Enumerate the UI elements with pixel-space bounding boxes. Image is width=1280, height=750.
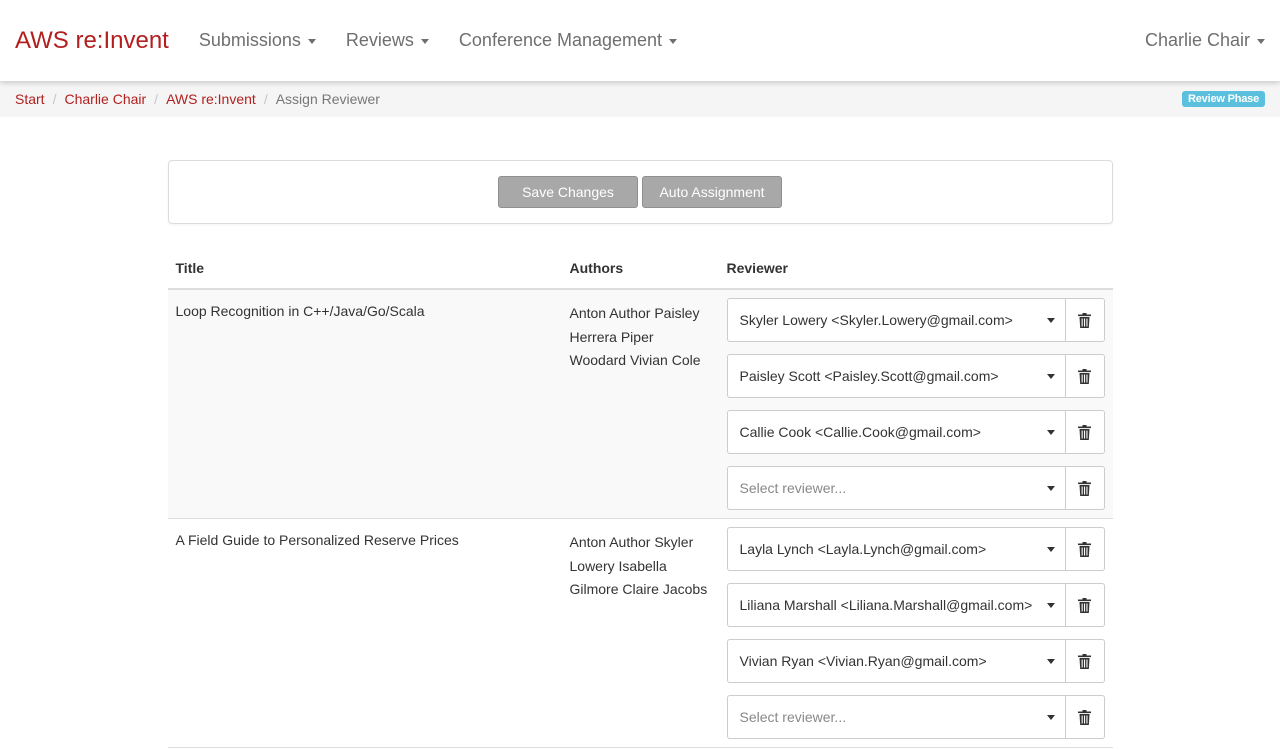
breadcrumb-separator: /	[154, 91, 159, 107]
reviewer-select[interactable]: Skyler Lowery <Skyler.Lowery@gmail.com>	[726, 298, 1065, 342]
column-header-reviewer: Reviewer	[718, 244, 1113, 290]
caret-down-icon	[307, 39, 316, 44]
breadcrumb-user[interactable]: Charlie Chair	[64, 91, 146, 107]
reviewer-select-placeholder: Select reviewer...	[739, 480, 847, 496]
trash-icon	[1078, 368, 1091, 384]
breadcrumb-current: Assign Reviewer	[275, 91, 380, 107]
reviewer-group: Layla Lynch <Layla.Lynch@gmail.com>	[726, 527, 1105, 571]
table-row: Loop Recognition in C++/Java/Go/Scala An…	[167, 289, 1113, 519]
author-line: Anton Author Paisley	[569, 305, 700, 321]
reviewer-group: Liliana Marshall <Liliana.Marshall@gmail…	[726, 583, 1105, 627]
breadcrumb-separator: /	[263, 91, 268, 107]
trash-icon	[1078, 597, 1091, 613]
nav-conference-management-label: Conference Management	[458, 30, 663, 50]
column-header-title: Title	[167, 244, 562, 290]
reviewer-cell: Skyler Lowery <Skyler.Lowery@gmail.com> …	[718, 289, 1113, 519]
remove-reviewer-button[interactable]	[1064, 639, 1105, 683]
caret-down-icon	[1257, 39, 1265, 44]
caret-down-icon	[420, 39, 429, 44]
trash-icon	[1078, 709, 1091, 725]
chevron-down-icon	[1046, 430, 1055, 435]
trash-icon	[1078, 653, 1091, 669]
auto-assignment-button[interactable]: Auto Assignment	[642, 176, 782, 208]
trash-icon	[1078, 541, 1091, 557]
assignment-table: Title Authors Reviewer Loop Recognition …	[167, 244, 1113, 748]
trash-icon	[1078, 424, 1091, 440]
trash-icon	[1078, 312, 1091, 328]
top-navbar: AWS re:Invent Submissions Reviews Confer…	[0, 0, 1280, 81]
author-line: Anton Author Skyler	[569, 534, 694, 550]
reviewer-select-value: Callie Cook <Callie.Cook@gmail.com>	[739, 424, 981, 440]
nav-right: Charlie Chair	[1145, 30, 1265, 51]
brand-link[interactable]: AWS re:Invent	[15, 27, 169, 55]
chevron-down-icon	[1046, 603, 1055, 608]
column-header-authors: Authors	[561, 244, 719, 290]
reviewer-select[interactable]: Liliana Marshall <Liliana.Marshall@gmail…	[726, 583, 1065, 627]
nav-submissions-label: Submissions	[198, 30, 301, 50]
remove-reviewer-button[interactable]	[1064, 466, 1105, 510]
remove-reviewer-button[interactable]	[1064, 410, 1105, 454]
author-line: Gilmore Claire Jacobs	[569, 581, 708, 597]
reviewer-group: Callie Cook <Callie.Cook@gmail.com>	[726, 410, 1105, 454]
reviewer-select-placeholder: Select reviewer...	[739, 709, 847, 725]
remove-reviewer-button[interactable]	[1064, 354, 1105, 398]
reviewer-group: Skyler Lowery <Skyler.Lowery@gmail.com>	[726, 298, 1105, 342]
author-line: Lowery Isabella	[569, 557, 667, 574]
author-line: Herrera Piper	[569, 328, 654, 345]
reviewer-select-value: Layla Lynch <Layla.Lynch@gmail.com>	[739, 541, 987, 557]
table-row: A Field Guide to Personalized Reserve Pr…	[167, 518, 1113, 748]
phase-badge: Review Phase	[1182, 91, 1265, 107]
main-content: Save Changes Auto Assignment Title Autho…	[167, 117, 1113, 748]
reviewer-select[interactable]: Select reviewer...	[726, 695, 1065, 739]
chevron-down-icon	[1046, 374, 1055, 379]
breadcrumb-start[interactable]: Start	[15, 91, 45, 107]
breadcrumb-separator: /	[52, 91, 57, 107]
chevron-down-icon	[1046, 318, 1055, 323]
nav-reviews-menu[interactable]: Reviews	[346, 30, 429, 51]
remove-reviewer-button[interactable]	[1064, 298, 1105, 342]
action-panel: Save Changes Auto Assignment	[167, 160, 1113, 224]
breadcrumb-conference[interactable]: AWS re:Invent	[166, 91, 256, 107]
paper-authors: Anton Author Skyler Lowery Isabella Gilm…	[561, 518, 719, 748]
reviewer-select[interactable]: Layla Lynch <Layla.Lynch@gmail.com>	[726, 527, 1065, 571]
chevron-down-icon	[1046, 486, 1055, 491]
breadcrumb: Start / Charlie Chair / AWS re:Invent / …	[0, 81, 1280, 117]
nav-conference-management-menu[interactable]: Conference Management	[458, 30, 678, 51]
nav-reviews-label: Reviews	[345, 30, 414, 50]
reviewer-group: Vivian Ryan <Vivian.Ryan@gmail.com>	[726, 639, 1105, 683]
paper-authors: Anton Author Paisley Herrera Piper Wooda…	[561, 289, 719, 519]
chevron-down-icon	[1046, 715, 1055, 720]
reviewer-select[interactable]: Callie Cook <Callie.Cook@gmail.com>	[726, 410, 1065, 454]
remove-reviewer-button[interactable]	[1064, 695, 1105, 739]
author-line: Woodard Vivian Cole	[569, 352, 701, 368]
user-menu[interactable]: Charlie Chair	[1145, 30, 1265, 51]
caret-down-icon	[669, 39, 678, 44]
remove-reviewer-button[interactable]	[1064, 583, 1105, 627]
save-changes-button[interactable]: Save Changes	[498, 176, 638, 208]
remove-reviewer-button[interactable]	[1064, 527, 1105, 571]
trash-icon	[1078, 480, 1091, 496]
reviewer-select-value: Liliana Marshall <Liliana.Marshall@gmail…	[739, 597, 1033, 613]
chevron-down-icon	[1046, 659, 1055, 664]
reviewer-group: Select reviewer...	[726, 466, 1105, 510]
reviewer-group: Select reviewer...	[726, 695, 1105, 739]
reviewer-select-value: Paisley Scott <Paisley.Scott@gmail.com>	[739, 368, 999, 384]
nav-submissions-menu[interactable]: Submissions	[199, 30, 316, 51]
user-menu-label: Charlie Chair	[1144, 30, 1250, 50]
reviewer-group: Paisley Scott <Paisley.Scott@gmail.com>	[726, 354, 1105, 398]
paper-title: A Field Guide to Personalized Reserve Pr…	[167, 518, 562, 748]
reviewer-select[interactable]: Select reviewer...	[726, 466, 1065, 510]
chevron-down-icon	[1046, 547, 1055, 552]
reviewer-select[interactable]: Vivian Ryan <Vivian.Ryan@gmail.com>	[726, 639, 1065, 683]
table-header-row: Title Authors Reviewer	[167, 244, 1113, 290]
reviewer-select-value: Skyler Lowery <Skyler.Lowery@gmail.com>	[739, 312, 1013, 328]
reviewer-cell: Layla Lynch <Layla.Lynch@gmail.com> Lili…	[718, 518, 1113, 748]
reviewer-select[interactable]: Paisley Scott <Paisley.Scott@gmail.com>	[726, 354, 1065, 398]
paper-title: Loop Recognition in C++/Java/Go/Scala	[167, 289, 562, 519]
reviewer-select-value: Vivian Ryan <Vivian.Ryan@gmail.com>	[739, 653, 987, 669]
